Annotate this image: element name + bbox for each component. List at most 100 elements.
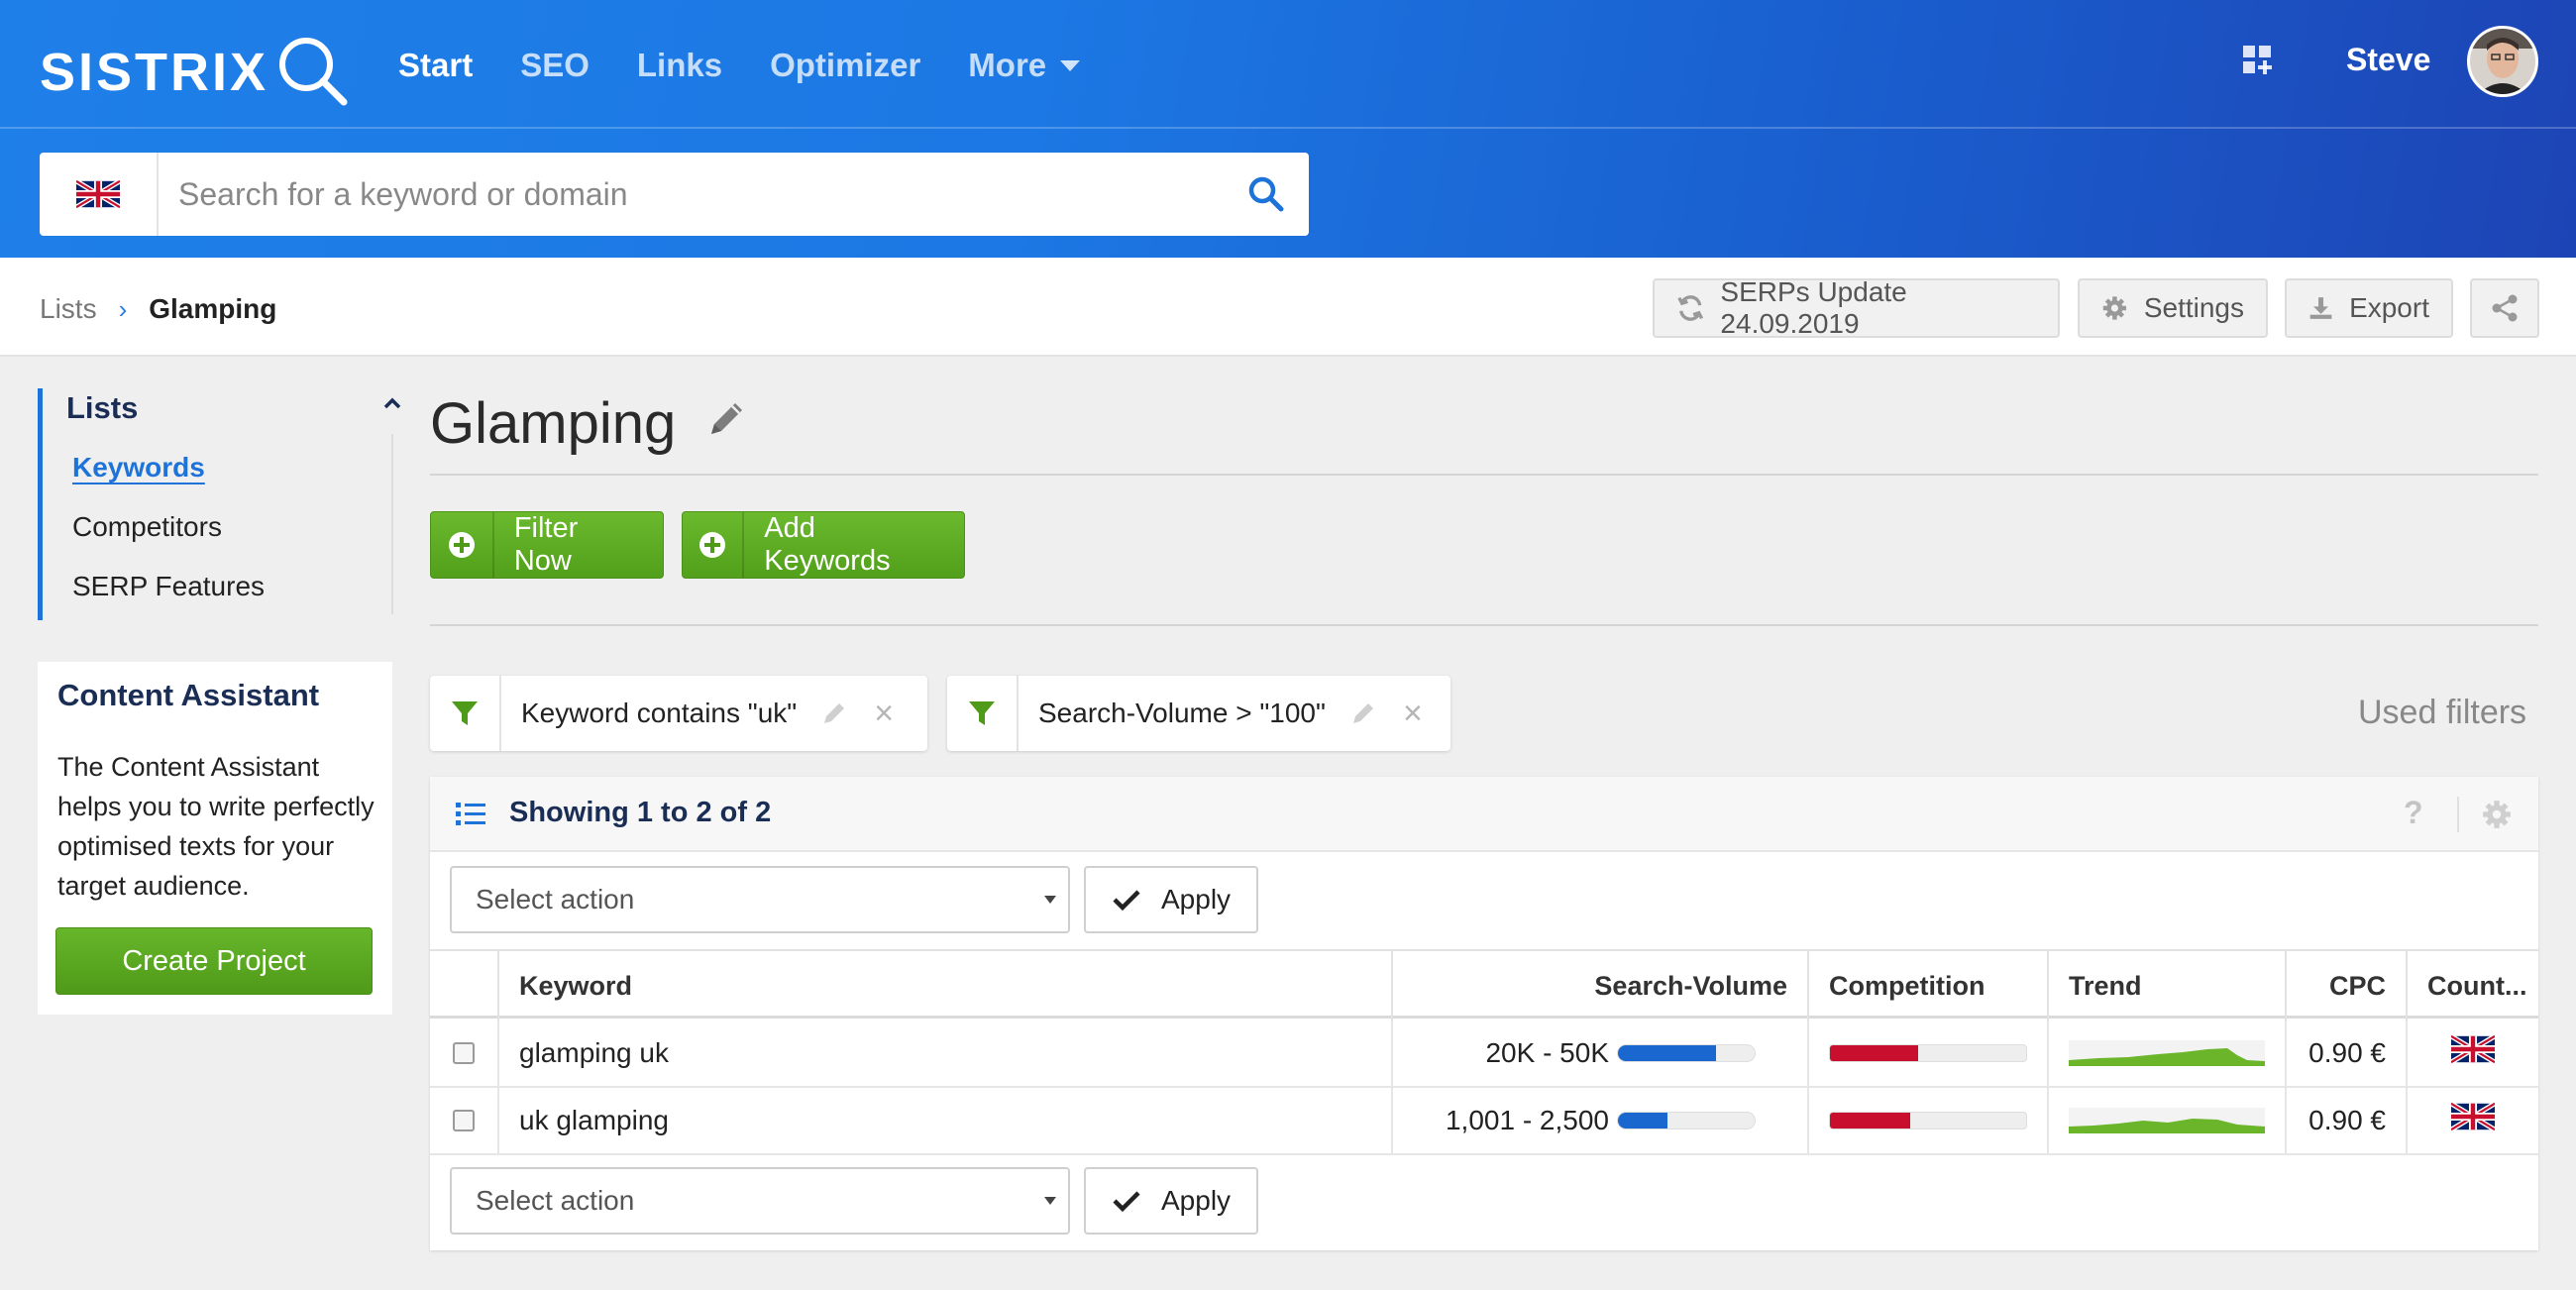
- breadcrumb-current: Glamping: [149, 293, 277, 324]
- main-nav: Start SEO Links Optimizer More: [398, 40, 1127, 91]
- sidebar-item-competitors[interactable]: Competitors: [72, 511, 222, 543]
- filter-now-button[interactable]: Filter Now: [430, 511, 664, 579]
- trend-cell: [2047, 1021, 2285, 1086]
- row-checkbox[interactable]: [453, 1042, 475, 1064]
- caret-down-icon: [1060, 59, 1081, 71]
- keyword-cell[interactable]: glamping uk: [497, 1021, 1391, 1086]
- competition-bar-fill: [1830, 1045, 1919, 1061]
- search-input[interactable]: [159, 153, 1224, 236]
- avatar-photo: [2470, 29, 2535, 94]
- row-checkbox[interactable]: [453, 1110, 475, 1131]
- volume-cell: 1,001 - 2,500: [1391, 1088, 1807, 1153]
- trend-sparkline: [2069, 1040, 2265, 1066]
- apply-button-top[interactable]: Apply: [1084, 866, 1258, 933]
- gear-icon: [2102, 296, 2127, 320]
- volume-value: 1,001 - 2,500: [1445, 1105, 1609, 1135]
- select-action-bottom[interactable]: Select action: [450, 1167, 1070, 1235]
- uk-flag-icon: [76, 180, 120, 208]
- column-trend[interactable]: Trend: [2047, 951, 2285, 1021]
- edit-pencil-icon[interactable]: [703, 396, 749, 442]
- nav-optimizer[interactable]: Optimizer: [770, 47, 920, 84]
- column-competition[interactable]: Competition: [1807, 951, 2047, 1021]
- table-panel-header: Showing 1 to 2 of 2 ?: [430, 777, 2538, 852]
- volume-bar: [1617, 1112, 1756, 1129]
- user-avatar[interactable]: [2467, 26, 2538, 97]
- country-cell: [2406, 1021, 2538, 1086]
- export-button[interactable]: Export: [2285, 278, 2453, 338]
- column-search-volume[interactable]: Search-Volume: [1391, 951, 1807, 1021]
- buttons-divider: [430, 624, 2538, 626]
- remove-filter-icon[interactable]: ×: [1403, 695, 1423, 733]
- uk-flag-icon: [2451, 1035, 2495, 1063]
- volume-bar-fill: [1618, 1113, 1667, 1129]
- table-row: uk glamping 1,001 - 2,500 0.90 €: [430, 1088, 2538, 1155]
- remove-filter-icon[interactable]: ×: [874, 695, 894, 733]
- help-icon[interactable]: ?: [2404, 795, 2423, 831]
- competition-bar: [1829, 1112, 2027, 1129]
- filter-chip-volume[interactable]: Search-Volume > "100" ×: [947, 676, 1450, 751]
- header-separator: [2457, 797, 2459, 832]
- column-keyword[interactable]: Keyword: [497, 951, 1391, 1021]
- apps-grid-icon[interactable]: [2241, 44, 2275, 77]
- plus-circle-icon: [448, 532, 475, 558]
- share-button[interactable]: [2470, 278, 2539, 338]
- user-name[interactable]: Steve: [2346, 42, 2430, 78]
- content-assistant-title: Content Assistant: [57, 678, 320, 712]
- volume-bar: [1617, 1044, 1756, 1062]
- settings-button[interactable]: Settings: [2078, 278, 2268, 338]
- filter-chip-keyword[interactable]: Keyword contains "uk" ×: [430, 676, 927, 751]
- nav-start-label: Start: [398, 47, 474, 83]
- edit-pencil-icon[interactable]: [820, 699, 848, 727]
- column-cpc[interactable]: CPC: [2285, 951, 2406, 1021]
- column-country[interactable]: Count...: [2406, 951, 2538, 1021]
- add-keywords-button[interactable]: Add Keywords: [682, 511, 965, 579]
- nav-more[interactable]: More: [968, 47, 1081, 84]
- gear-icon[interactable]: [2481, 799, 2513, 830]
- nav-links[interactable]: Links: [637, 47, 722, 84]
- search-icon: [1248, 176, 1284, 212]
- showing-count: Showing 1 to 2 of 2: [509, 797, 772, 828]
- header-divider: [0, 127, 2576, 129]
- edit-pencil-icon[interactable]: [1349, 699, 1377, 727]
- filter-funnel-icon: [452, 701, 478, 725]
- nav-optimizer-label: Optimizer: [770, 47, 921, 83]
- nav-seo[interactable]: SEO: [520, 47, 590, 84]
- nav-start[interactable]: Start: [398, 47, 473, 84]
- breadcrumb-lists[interactable]: Lists: [40, 293, 97, 325]
- table-row: glamping uk 20K - 50K 0.90 €: [430, 1021, 2538, 1088]
- apply-label: Apply: [1161, 884, 1232, 914]
- sidebar-item-serp-features[interactable]: SERP Features: [72, 571, 265, 602]
- cpc-cell: 0.90 €: [2285, 1088, 2406, 1153]
- logo-text: SISTRIX: [40, 43, 269, 102]
- download-icon: [2309, 297, 2332, 319]
- checkmark-icon: [1113, 1191, 1140, 1213]
- content-assistant-box: Content Assistant The Content Assistant …: [38, 662, 392, 1015]
- add-keywords-label: Add Keywords: [764, 512, 891, 577]
- magnifier-logo-icon: [279, 38, 348, 106]
- sistrix-logo[interactable]: SISTRIX: [40, 33, 354, 112]
- serps-update-button[interactable]: SERPs Update 24.09.2019: [1653, 276, 2060, 339]
- search-button[interactable]: [1224, 153, 1309, 236]
- keyword-table-panel: Showing 1 to 2 of 2 ? Select action Appl…: [430, 777, 2538, 1250]
- country-selector[interactable]: [40, 153, 159, 236]
- keyword-cell[interactable]: uk glamping: [497, 1088, 1391, 1153]
- filter-funnel-icon: [969, 701, 995, 725]
- nav-links-label: Links: [636, 47, 723, 83]
- export-label: Export: [2349, 292, 2429, 323]
- search-bar: [40, 153, 1309, 236]
- trend-sparkline: [2069, 1108, 2265, 1133]
- table-header: Keyword Search-Volume Competition Trend …: [430, 949, 2538, 1021]
- volume-value: 20K - 50K: [1485, 1037, 1609, 1068]
- apply-label: Apply: [1161, 1185, 1232, 1216]
- uk-flag-icon: [2451, 1103, 2495, 1130]
- create-project-button[interactable]: Create Project: [55, 927, 373, 995]
- plus-circle-icon: [699, 532, 726, 558]
- volume-bar-fill: [1618, 1045, 1717, 1061]
- sidebar-item-keywords[interactable]: Keywords: [72, 452, 205, 484]
- chevron-up-icon[interactable]: [382, 396, 402, 410]
- nav-more-label: More: [968, 47, 1047, 83]
- apply-button-bottom[interactable]: Apply: [1084, 1167, 1258, 1235]
- chevron-right-icon: ›: [118, 293, 128, 324]
- select-action-top[interactable]: Select action: [450, 866, 1070, 933]
- top-header: SISTRIX Start SEO Links Optimizer More S…: [0, 0, 2576, 258]
